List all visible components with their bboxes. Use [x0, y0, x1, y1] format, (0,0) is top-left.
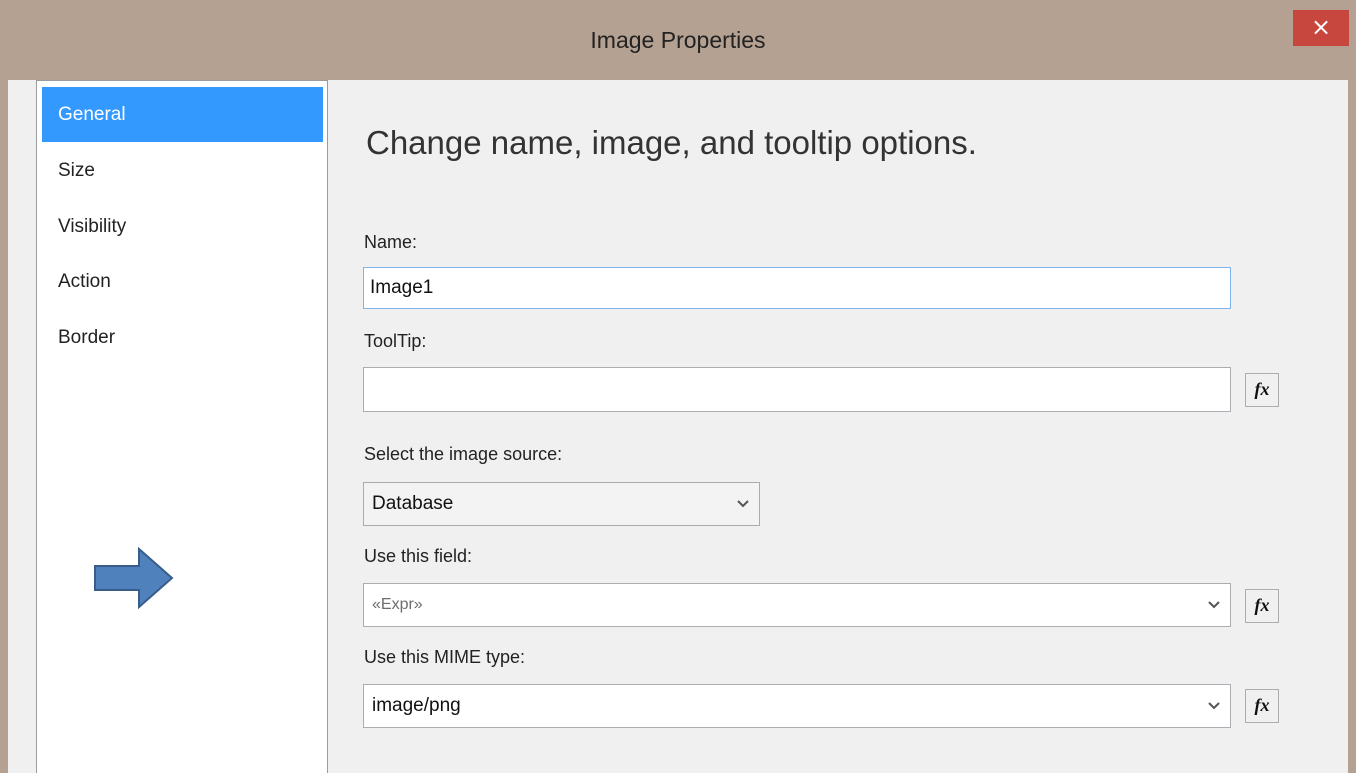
image-source-label: Select the image source: — [364, 444, 563, 464]
window-title: Image Properties — [590, 27, 766, 53]
mime-expression-button[interactable]: fx — [1245, 689, 1279, 723]
close-button[interactable]: × — [1293, 10, 1349, 46]
name-label: Name: — [364, 232, 418, 252]
fx-icon: fx — [1254, 695, 1270, 715]
field-expression-button[interactable]: fx — [1245, 589, 1279, 623]
chevron-down-icon[interactable] — [1206, 597, 1222, 613]
image-source-select[interactable]: Database — [363, 482, 760, 526]
nav-item-visibility[interactable]: Visibility — [42, 199, 323, 254]
chevron-down-icon[interactable] — [1206, 698, 1222, 714]
fx-icon: fx — [1254, 595, 1270, 615]
mime-value: image/png — [372, 695, 461, 716]
tooltip-expression-button[interactable]: fx — [1245, 373, 1279, 407]
right-arrow-icon — [94, 546, 174, 610]
name-input[interactable] — [363, 267, 1231, 309]
field-combo[interactable]: «Expr» — [363, 583, 1231, 627]
nav-item-action[interactable]: Action — [42, 254, 323, 309]
mime-combo[interactable]: image/png — [363, 684, 1231, 728]
nav-item-size[interactable]: Size — [42, 143, 323, 198]
nav-item-general[interactable]: General — [42, 87, 323, 142]
close-icon: × — [1310, 13, 1332, 41]
image-source-value: Database — [372, 493, 454, 514]
page-heading: Change name, image, and tooltip options. — [366, 124, 977, 161]
tooltip-input[interactable] — [363, 367, 1231, 412]
nav-list: General Size Visibility Action Border — [36, 80, 328, 773]
chevron-down-icon — [737, 500, 749, 508]
title-bar: Image Properties × — [0, 0, 1356, 80]
tooltip-label: ToolTip: — [364, 331, 427, 351]
field-label: Use this field: — [364, 546, 473, 566]
field-value: «Expr» — [372, 596, 423, 613]
nav-item-border[interactable]: Border — [42, 310, 323, 365]
fx-icon: fx — [1254, 379, 1270, 399]
mime-label: Use this MIME type: — [364, 647, 526, 667]
dialog-client: General Size Visibility Action Border Ch… — [8, 80, 1348, 773]
